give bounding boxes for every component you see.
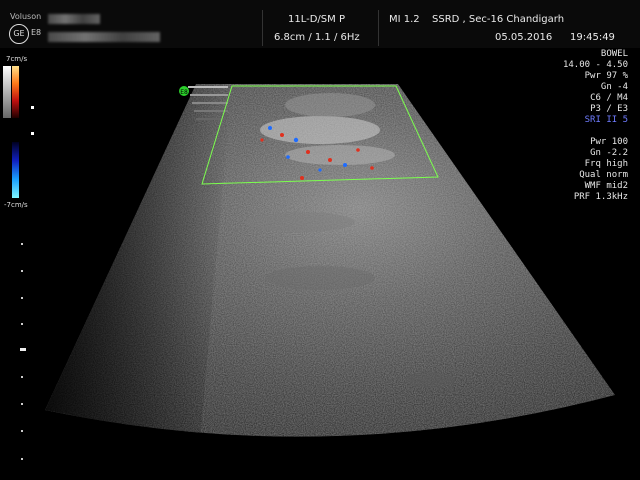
orientation-marker-icon: E8 (179, 86, 189, 96)
baseline-marker (31, 106, 34, 109)
range-label: 14.00 - 4.50 (562, 60, 628, 70)
color-power-label: Pwr 100 (590, 137, 628, 147)
color-scale-positive (12, 66, 19, 118)
colorbar-top-label: 7cm/s (6, 55, 28, 63)
c-m-label: C6 / M4 (590, 93, 628, 103)
color-scale-negative (12, 142, 19, 198)
sri-label: SRI II 5 (584, 115, 628, 125)
colorbar-bottom-label: -7cm/s (4, 201, 28, 209)
gray-scale-bar (3, 66, 11, 118)
ultrasound-image: E8 (45, 84, 615, 437)
scan-sector (45, 84, 615, 437)
frequency-label: Frq high (584, 159, 628, 169)
p-e-label: P3 / E3 (590, 104, 628, 114)
preset-label: BOWEL (600, 49, 628, 59)
parameter-panel: BOWEL 14.00 - 4.50 Pwr 97 % Gn -4 C6 / M… (563, 49, 628, 203)
focus-marker (20, 348, 26, 351)
gain-label: Gn -4 (600, 82, 628, 92)
power-label: Pwr 97 % (584, 71, 628, 81)
quality-label: Qual norm (579, 170, 628, 180)
prf-label: PRF 1.3kHz (573, 192, 628, 202)
baseline-marker (31, 132, 34, 135)
wall-filter-label: WMF mid2 (584, 181, 628, 191)
color-gain-label: Gn -2.2 (590, 148, 628, 158)
svg-text:E8: E8 (180, 89, 188, 96)
